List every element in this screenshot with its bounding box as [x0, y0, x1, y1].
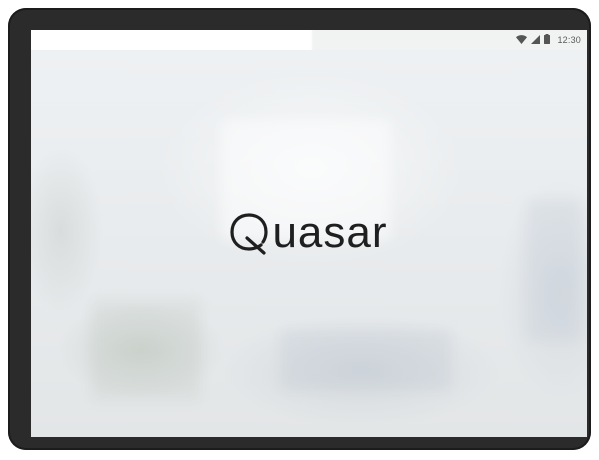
app-logo: uasar	[31, 208, 587, 258]
background-blur-shape	[281, 330, 451, 390]
quasar-logo-mark-icon	[230, 211, 270, 255]
battery-icon	[544, 31, 551, 49]
cellular-signal-icon	[531, 31, 541, 49]
status-bar: 12:30	[31, 30, 587, 50]
wifi-icon	[516, 31, 528, 49]
app-name: uasar	[272, 208, 388, 257]
status-time: 12:30	[557, 35, 581, 45]
background-blur-shape	[91, 300, 201, 400]
app-screen: 12:30 uasar	[31, 30, 587, 437]
